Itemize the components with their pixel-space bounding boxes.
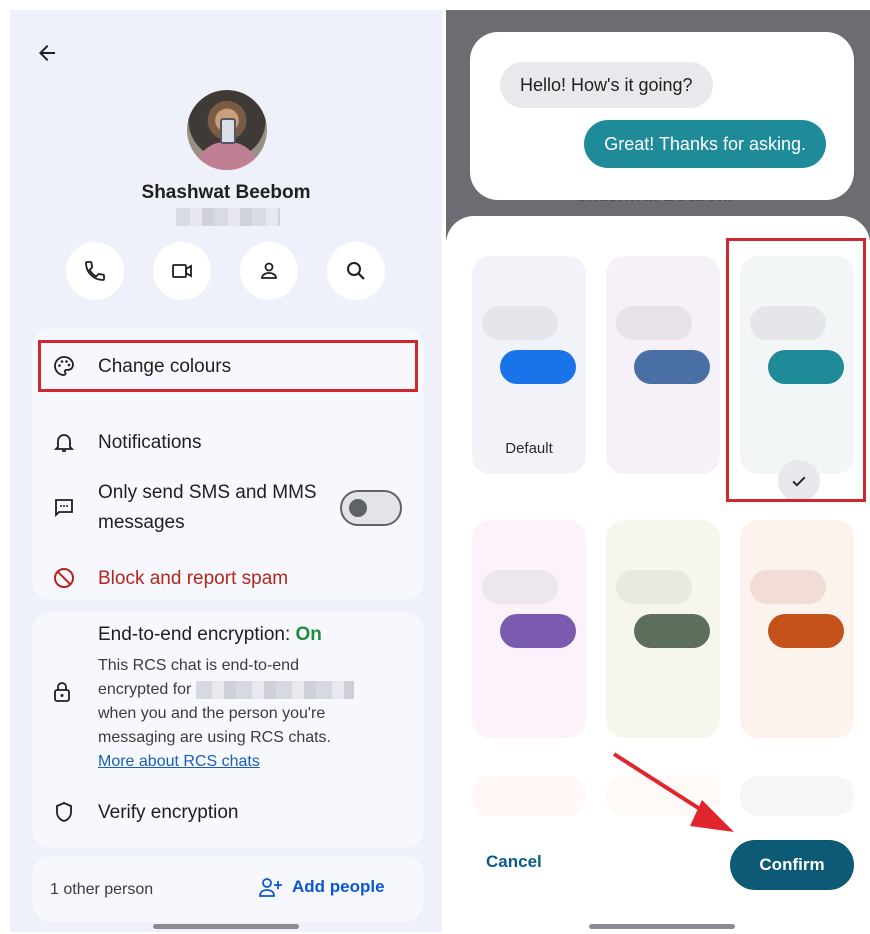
notifications-item[interactable]: Notifications: [32, 426, 424, 458]
red-pointer-arrow: [612, 752, 734, 832]
call-button[interactable]: [66, 242, 124, 300]
back-arrow-icon[interactable]: [32, 38, 62, 68]
outgoing-bubble-sample: [768, 614, 844, 648]
outgoing-bubble-sample: [500, 350, 576, 384]
chat-preview-card: Hello! How's it going? Great! Thanks for…: [470, 32, 854, 200]
bell-icon: [50, 428, 78, 456]
contact-info-icon: [261, 262, 277, 279]
sms-icon: [50, 494, 78, 522]
verify-encryption-item[interactable]: Verify encryption: [32, 796, 424, 828]
video-call-button[interactable]: [153, 242, 211, 300]
add-people-button[interactable]: Add people: [258, 876, 385, 898]
contact-info-button[interactable]: [240, 242, 298, 300]
cancel-button[interactable]: Cancel: [486, 852, 542, 872]
change-colours-highlight: [38, 340, 418, 392]
conversation-options-card: Change colours Notifications Only send S…: [32, 328, 424, 600]
avatar: [187, 90, 267, 170]
redacted-contact: [195, 680, 354, 699]
conversation-details-panel: Shashwat Beebom Change colours Notificat…: [10, 10, 442, 932]
encryption-description: This RCS chat is end-to-end encrypted fo…: [98, 654, 388, 774]
colour-swatch[interactable]: [606, 520, 720, 738]
incoming-bubble-sample: [482, 306, 558, 340]
colour-swatch-partial[interactable]: [472, 776, 586, 816]
incoming-bubble-sample: [482, 570, 558, 604]
home-indicator: [153, 924, 299, 929]
verify-encryption-label: Verify encryption: [98, 801, 239, 823]
home-indicator: [589, 924, 735, 929]
search-icon: [347, 262, 365, 280]
colour-swatch[interactable]: Default: [472, 256, 586, 474]
add-person-icon: [259, 878, 282, 897]
block-report-spam-label: Block and report spam: [98, 567, 289, 589]
encryption-status: On: [295, 624, 322, 645]
search-button[interactable]: [327, 242, 385, 300]
outgoing-bubble-sample: [634, 614, 710, 648]
outgoing-bubble-sample: [500, 614, 576, 648]
sms-only-item[interactable]: Only send SMS and MMS messages: [32, 478, 424, 538]
other-person-count: 1 other person: [50, 881, 154, 898]
colour-swatch[interactable]: [472, 520, 586, 738]
video-call-icon: [172, 264, 192, 278]
incoming-bubble-sample: [616, 570, 692, 604]
incoming-message-bubble: Hello! How's it going?: [500, 62, 713, 108]
confirm-button[interactable]: Confirm: [730, 840, 854, 890]
notifications-label: Notifications: [98, 431, 202, 453]
people-card: 1 other person Add people: [32, 856, 424, 922]
contact-name: Shashwat Beebom: [141, 182, 311, 203]
sms-only-toggle[interactable]: [340, 490, 402, 526]
selected-swatch-highlight: [726, 238, 866, 502]
shield-icon: [50, 798, 78, 826]
colour-swatch[interactable]: [606, 256, 720, 474]
redacted-phone-number: [176, 208, 280, 226]
swatch-label: Default: [505, 440, 553, 457]
sms-only-label-line2: messages: [98, 512, 185, 533]
phone-icon: [85, 261, 105, 281]
encryption-card: End-to-end encryption: On This RCS chat …: [32, 612, 424, 848]
change-colours-screen: Shashwat Beebom Hello! How's it going? G…: [446, 10, 870, 932]
outgoing-bubble-sample: [634, 350, 710, 384]
lock-icon: [50, 680, 78, 708]
rcs-chats-link[interactable]: More about RCS chats: [98, 750, 388, 774]
outgoing-message-bubble: Great! Thanks for asking.: [584, 120, 826, 168]
contact-actions: [66, 242, 385, 300]
colour-swatch-partial[interactable]: [740, 776, 854, 816]
sms-only-label-line1: Only send SMS and MMS: [98, 482, 317, 503]
block-report-spam-item[interactable]: Block and report spam: [32, 562, 424, 594]
encryption-title: End-to-end encryption: On: [98, 624, 322, 645]
colour-swatch[interactable]: [740, 520, 854, 738]
incoming-bubble-sample: [750, 570, 826, 604]
incoming-bubble-sample: [616, 306, 692, 340]
block-icon: [50, 564, 78, 592]
